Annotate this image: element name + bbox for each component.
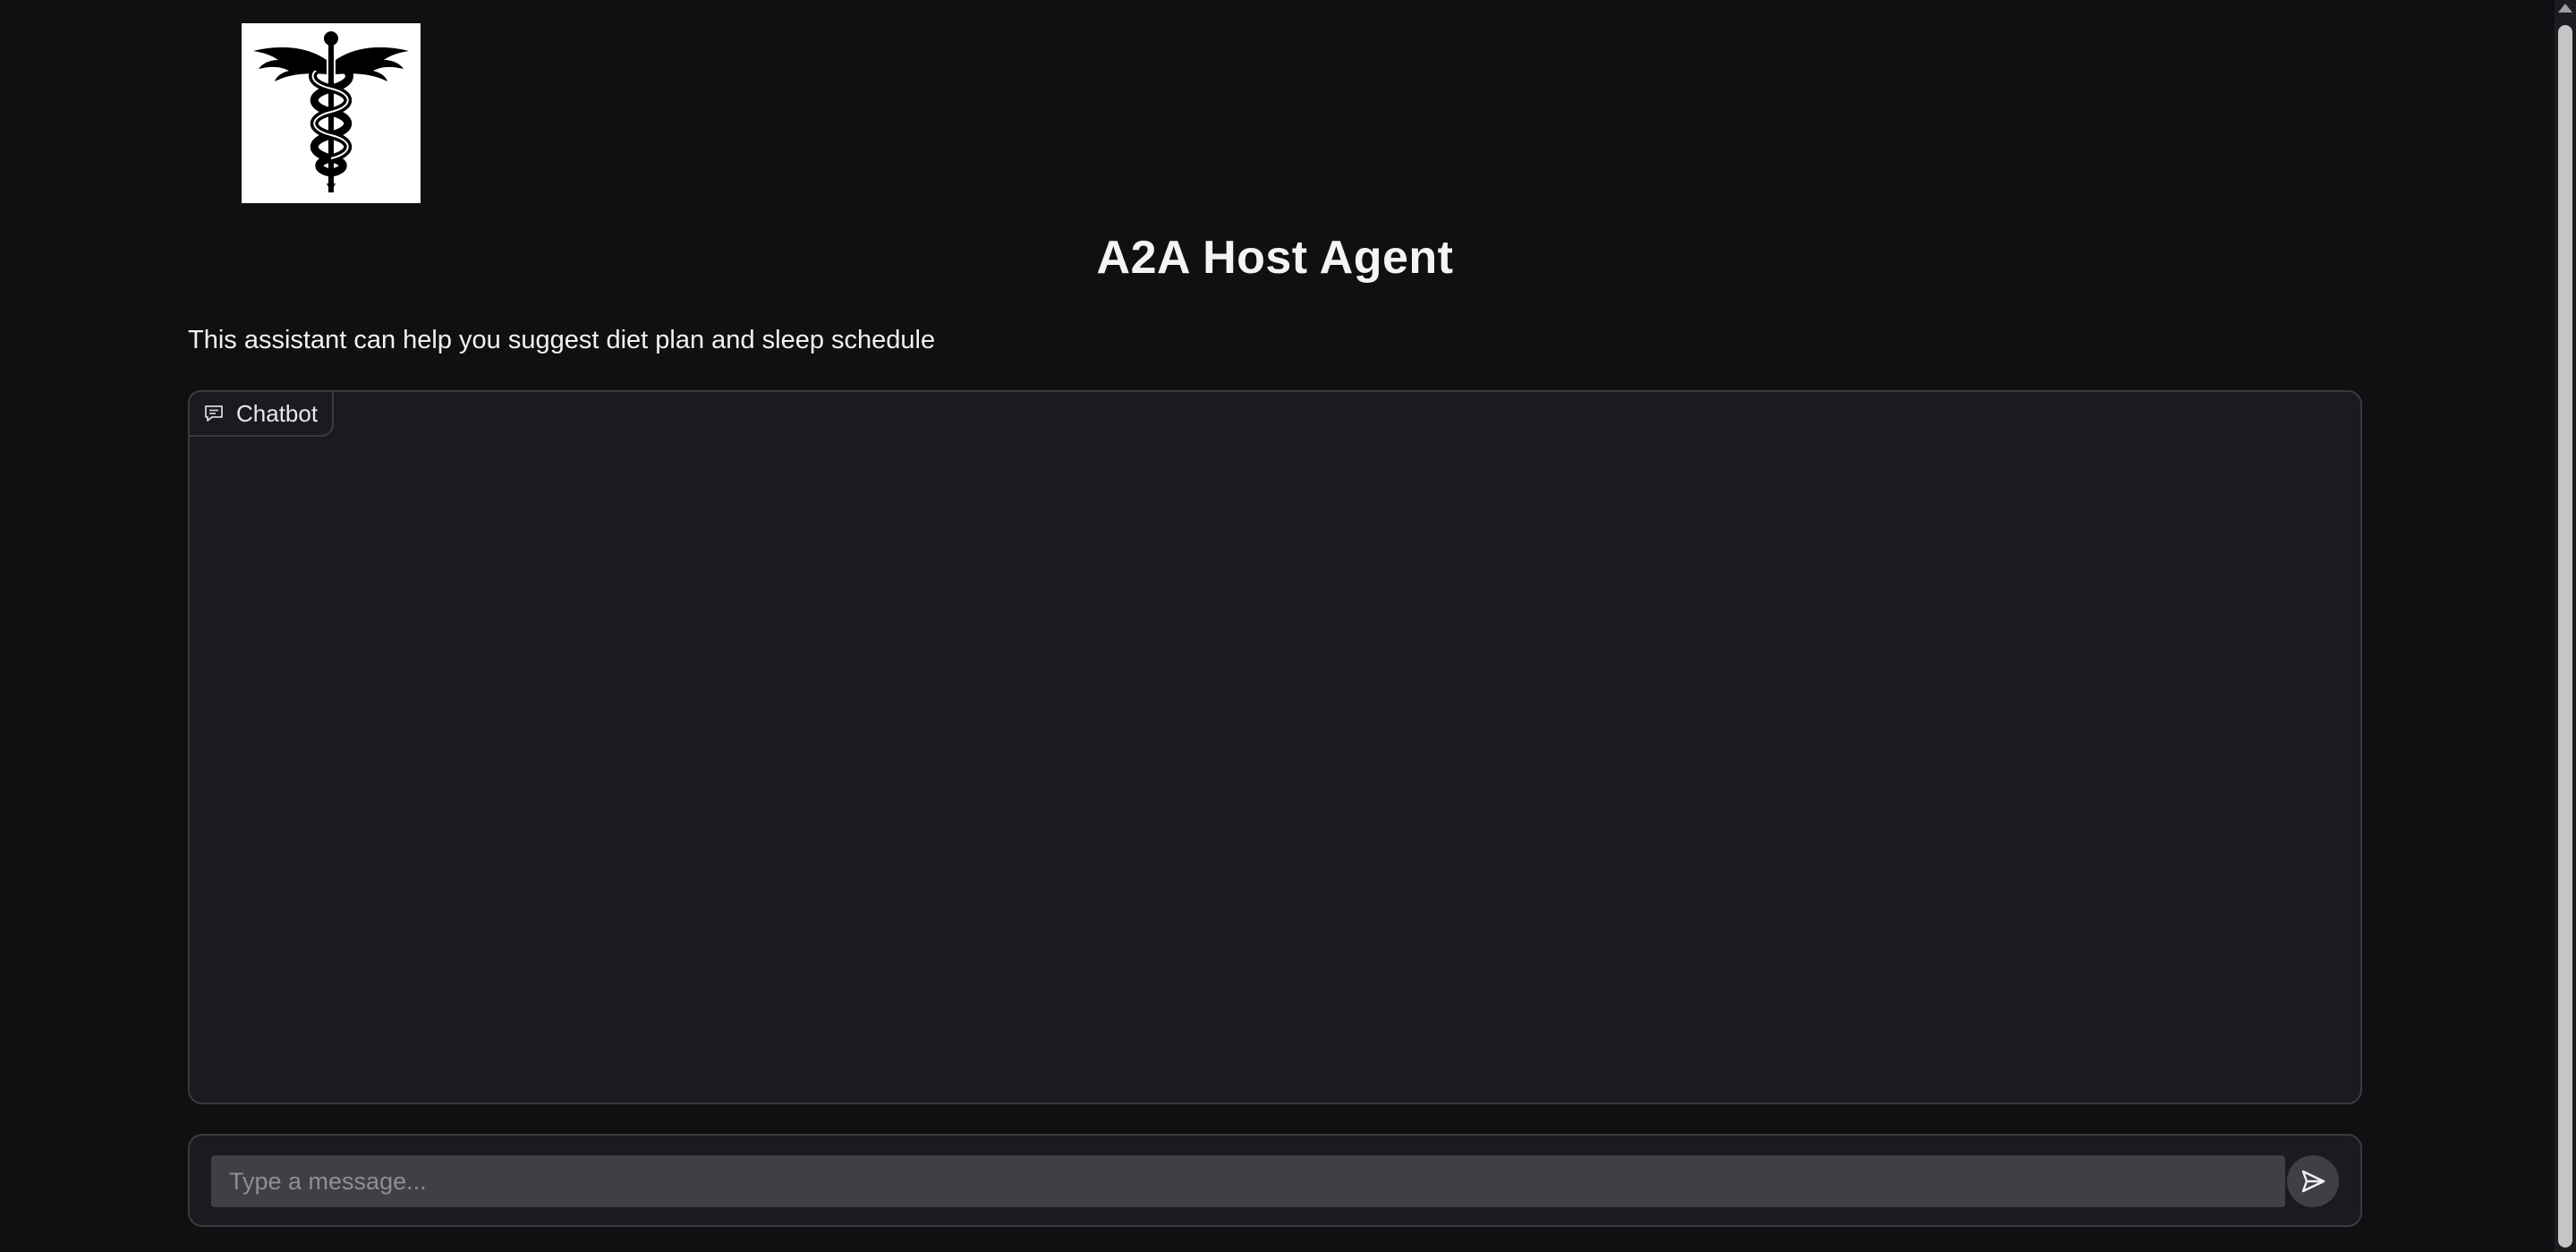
message-input[interactable] xyxy=(211,1155,2285,1207)
caduceus-icon xyxy=(253,31,409,192)
send-button[interactable] xyxy=(2287,1155,2339,1207)
app-page: A2A Host Agent This assistant can help y… xyxy=(0,0,2576,1252)
page-title: A2A Host Agent xyxy=(1096,232,1454,284)
caduceus-logo xyxy=(242,23,421,203)
scrollbar-thumb[interactable] xyxy=(2558,25,2572,1248)
send-icon xyxy=(2300,1168,2326,1195)
chatbot-label-text: Chatbot xyxy=(236,399,319,427)
scroll-up-arrow-icon[interactable] xyxy=(2558,4,2572,13)
chat-bubble-icon xyxy=(204,405,224,422)
chatbot-label: Chatbot xyxy=(188,390,335,437)
page-description: This assistant can help you suggest diet… xyxy=(188,326,936,354)
chatbot-panel[interactable]: Chatbot xyxy=(188,390,2362,1104)
page-scrollbar[interactable] xyxy=(2555,0,2576,1252)
message-composer xyxy=(188,1134,2362,1227)
